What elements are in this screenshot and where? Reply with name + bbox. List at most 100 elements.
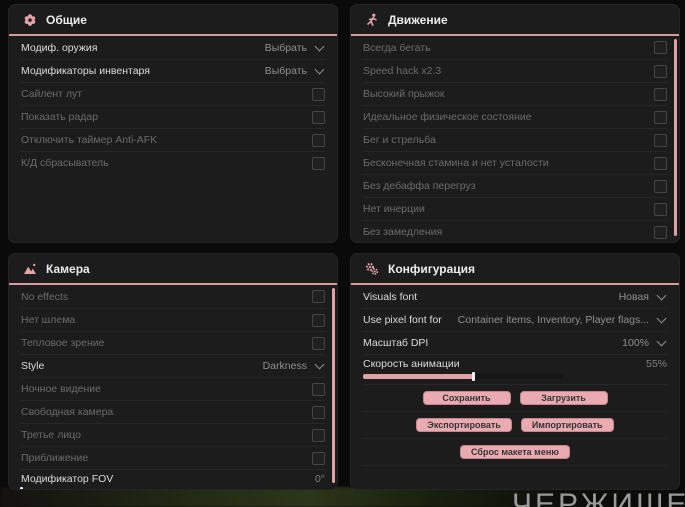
disable-antiafk-timer-checkbox[interactable] (312, 133, 325, 147)
pixel-font-for-dropdown[interactable]: Container items, Inventory, Player flags… (457, 313, 667, 326)
panel-camera-header[interactable]: Камера (9, 254, 337, 285)
always-run-checkbox[interactable] (654, 41, 667, 54)
fov-modifier-slider[interactable] (20, 487, 23, 489)
cooldown-reset-checkbox[interactable] (312, 156, 325, 170)
row-pixel-font-for: Use pixel font for Container items, Inven… (363, 308, 667, 331)
row-show-radar[interactable]: Показать радар (21, 105, 325, 128)
row-third-person[interactable]: Третье лицо (21, 423, 325, 446)
row-silent-loot[interactable]: Сайлент лут (21, 82, 325, 105)
animation-speed-slider[interactable] (363, 372, 563, 381)
high-jump-checkbox[interactable] (654, 87, 667, 101)
no-slowdown-checkbox[interactable] (654, 225, 667, 239)
row-label: Модиф. оружия (21, 41, 98, 54)
perfect-condition-checkbox[interactable] (654, 110, 667, 124)
scrollbar[interactable] (332, 288, 335, 483)
row-no-slowdown[interactable]: Без замедления (363, 220, 667, 242)
panel-general-header[interactable]: Общие (9, 5, 337, 36)
row-no-overload-debuff[interactable]: Без дебаффа перегруз (363, 174, 667, 197)
row-label: Скорость анимации (363, 358, 460, 370)
panel-camera: Камера No effects Нет шлема Тепловое зрени… (8, 253, 338, 490)
scrollbar[interactable] (674, 39, 677, 236)
save-button[interactable]: Сохранить (422, 391, 511, 405)
run-and-shoot-checkbox[interactable] (654, 133, 667, 147)
row-cooldown-reset[interactable]: К/Д сбрасыватель (21, 151, 325, 174)
no-overload-debuff-checkbox[interactable] (654, 179, 667, 193)
zoom-checkbox[interactable] (312, 451, 325, 465)
no-helmet-checkbox[interactable] (312, 313, 325, 327)
row-label: К/Д сбрасыватель (21, 157, 109, 169)
row-infinite-stamina[interactable]: Бесконечная стамина и нет усталости (363, 151, 667, 174)
row-disable-antiafk-timer[interactable]: Отключить таймер Anti-AFK (21, 128, 325, 151)
row-label: Сайлент лут (21, 88, 83, 100)
row-thermal-vision[interactable]: Тепловое зрение (21, 331, 325, 354)
row-inventory-mods: Модификаторы инвентаря Выбрать (21, 59, 325, 82)
slider-value: 0° (314, 473, 325, 485)
row-dpi-scale: Масштаб DPI 100% (363, 331, 667, 354)
watermark-text: ЧЕРЖИШЕ (512, 488, 685, 507)
weapon-mods-dropdown[interactable]: Выбрать (265, 41, 325, 54)
dpi-scale-dropdown[interactable]: 100% (622, 336, 667, 349)
panel-config-header[interactable]: Конфигурация (351, 254, 679, 285)
export-button[interactable]: Экспортировать (416, 418, 512, 432)
speed-hack-checkbox[interactable] (654, 64, 667, 78)
style-dropdown[interactable]: Darkness (263, 359, 325, 372)
show-radar-checkbox[interactable] (312, 110, 325, 124)
free-camera-checkbox[interactable] (312, 405, 325, 419)
row-label: Масштаб DPI (363, 337, 429, 349)
row-label: Третье лицо (21, 429, 81, 441)
import-button[interactable]: Импортировать (520, 418, 614, 432)
slider-handle[interactable] (20, 487, 23, 489)
row-free-camera[interactable]: Свободная камера (21, 400, 325, 423)
row-label: Модификатор FOV (21, 473, 114, 485)
row-label: Speed hack x2.3 (363, 65, 442, 77)
third-person-checkbox[interactable] (312, 428, 325, 442)
panel-title: Общие (46, 12, 87, 27)
row-no-inertia[interactable]: Нет инерции (363, 197, 667, 220)
row-label: Без замедления (363, 226, 443, 238)
reset-layout-button[interactable]: Сброс макета меню (460, 445, 570, 459)
row-perfect-condition[interactable]: Идеальное физическое состояние (363, 105, 667, 128)
row-label: Тепловое зрение (21, 337, 105, 349)
dropdown-value: Container items, Inventory, Player flags… (457, 314, 649, 326)
night-vision-checkbox[interactable] (312, 382, 325, 396)
row-label: Нет инерции (363, 203, 425, 215)
chevron-down-icon (314, 359, 325, 370)
dropdown-value: Новая (618, 290, 649, 303)
row-label: Use pixel font for (363, 314, 442, 326)
thermal-vision-checkbox[interactable] (312, 336, 325, 350)
row-label: No effects (21, 290, 69, 303)
no-effects-checkbox[interactable] (312, 290, 325, 303)
row-high-jump[interactable]: Высокий прыжок (363, 82, 667, 105)
runner-icon (367, 13, 377, 26)
row-animation-speed: Скорость анимации 55% (363, 354, 667, 384)
button-row: Сброс макета меню (363, 438, 667, 465)
silent-loot-checkbox[interactable] (312, 87, 325, 101)
panel-title: Конфигурация (388, 261, 476, 276)
flower-icon (24, 13, 36, 26)
load-button[interactable]: Загрузить (519, 391, 608, 405)
slider-value: 55% (645, 358, 667, 370)
chevron-down-icon (314, 64, 325, 75)
visuals-font-dropdown[interactable]: Новая (618, 290, 667, 303)
row-run-and-shoot[interactable]: Бег и стрельба (363, 128, 667, 151)
slider-handle[interactable] (472, 372, 475, 381)
row-label: Идеальное физическое состояние (363, 111, 532, 123)
no-inertia-checkbox[interactable] (654, 202, 667, 216)
row-weapon-mods: Модиф. оружия Выбрать (21, 36, 325, 59)
row-no-effects[interactable]: No effects (21, 285, 325, 308)
row-label: Нет шлема (21, 314, 76, 326)
panel-movement-header[interactable]: Движение (351, 5, 679, 36)
row-night-vision[interactable]: Ночное видение (21, 377, 325, 400)
row-no-helmet[interactable]: Нет шлема (21, 308, 325, 331)
row-speed-hack[interactable]: Speed hack x2.3 (363, 59, 667, 82)
dropdown-value: 100% (622, 337, 649, 349)
row-label: Высокий прыжок (363, 88, 445, 100)
panel-movement: Движение Всегда бегать Speed hack x2.3 Выс… (350, 4, 680, 243)
row-label: Ночное видение (21, 383, 101, 395)
row-zoom[interactable]: Приближение (21, 446, 325, 469)
row-always-run[interactable]: Всегда бегать (363, 36, 667, 59)
button-row: Сохранить Загрузить (363, 384, 667, 411)
infinite-stamina-checkbox[interactable] (654, 156, 667, 170)
inventory-mods-dropdown[interactable]: Выбрать (265, 64, 325, 77)
chevron-down-icon (314, 41, 325, 51)
